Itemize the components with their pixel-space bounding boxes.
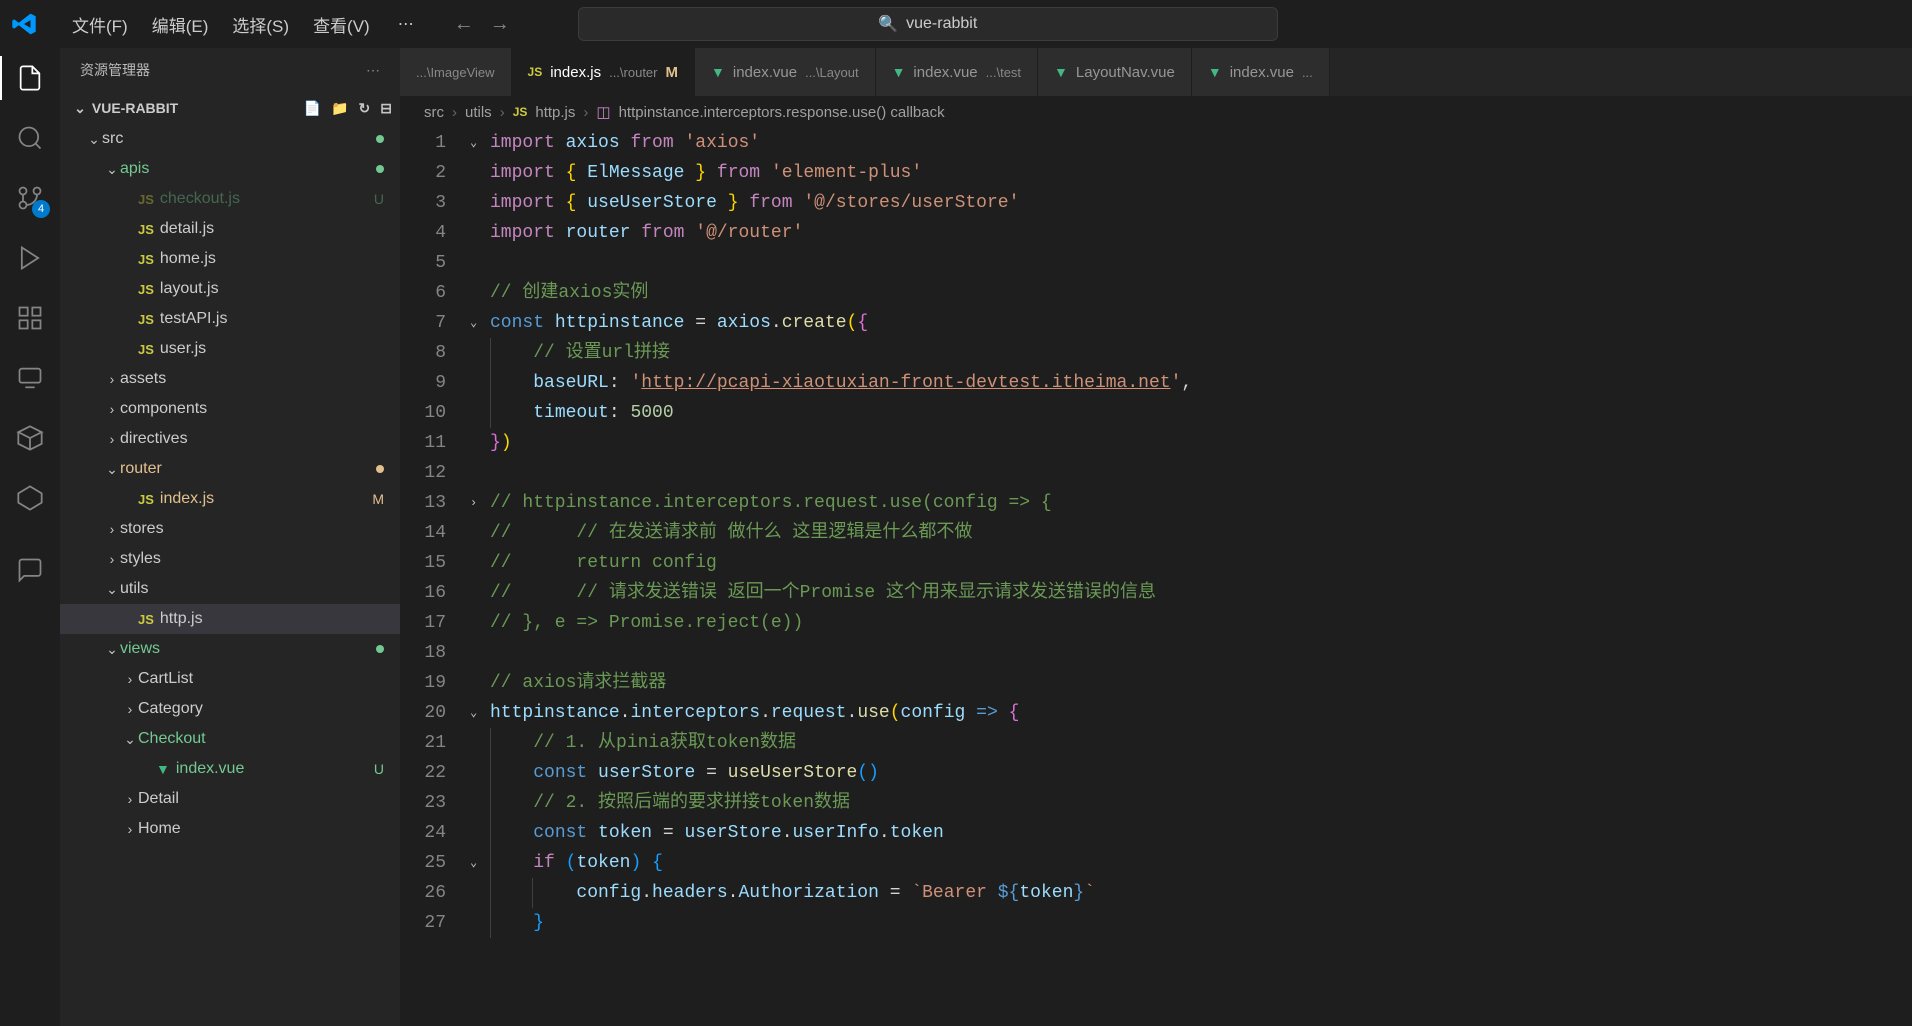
tree-folder[interactable]: ›Category bbox=[60, 694, 400, 724]
tree-folder[interactable]: ›Home bbox=[60, 814, 400, 844]
editor-tabs: ...\ImageViewJSindex.js...\routerM▼index… bbox=[400, 48, 1912, 96]
refresh-icon[interactable]: ↻ bbox=[359, 100, 371, 117]
activity-extensions-icon[interactable] bbox=[12, 300, 48, 336]
activity-search-icon[interactable] bbox=[12, 120, 48, 156]
sidebar-header: 资源管理器 ⋯ bbox=[60, 48, 400, 92]
activity-remote-icon[interactable] bbox=[12, 360, 48, 396]
activity-comment-icon[interactable] bbox=[12, 552, 48, 588]
activity-bar: 4 bbox=[0, 48, 60, 1026]
tree-folder[interactable]: ⌄src bbox=[60, 124, 400, 154]
tree-folder[interactable]: ⌄apis bbox=[60, 154, 400, 184]
tree-file[interactable]: JSindex.jsM bbox=[60, 484, 400, 514]
code-editor[interactable]: 1234567891011121314151617181920212223242… bbox=[400, 128, 1912, 1026]
line-gutter: 1234567891011121314151617181920212223242… bbox=[400, 128, 470, 1026]
new-folder-icon[interactable]: 📁 bbox=[331, 100, 348, 117]
command-center[interactable]: 🔍 vue-rabbit bbox=[578, 7, 1278, 41]
menu-bar: 文件(F)编辑(E)选择(S)查看(V) bbox=[60, 6, 382, 43]
tree-file[interactable]: JSlayout.js bbox=[60, 274, 400, 304]
activity-scm-icon[interactable]: 4 bbox=[12, 180, 48, 216]
breadcrumb-file[interactable]: http.js bbox=[535, 104, 575, 121]
activity-debug-icon[interactable] bbox=[12, 240, 48, 276]
editor-tab[interactable]: ▼index.vue...\Layout bbox=[695, 48, 876, 96]
editor-tab[interactable]: ▼index.vue...\test bbox=[876, 48, 1038, 96]
editor-group: ...\ImageViewJSindex.js...\routerM▼index… bbox=[400, 48, 1912, 1026]
chevron-right-icon: › bbox=[500, 104, 505, 121]
tree-file[interactable]: JShome.js bbox=[60, 244, 400, 274]
chevron-right-icon: › bbox=[583, 104, 588, 121]
js-file-icon: JS bbox=[513, 105, 528, 119]
tree-folder[interactable]: ⌄utils bbox=[60, 574, 400, 604]
fold-column[interactable]: ⌄⌄›⌄⌄ bbox=[470, 128, 490, 1026]
tree-file[interactable]: JStestAPI.js bbox=[60, 304, 400, 334]
tree-folder[interactable]: ›components bbox=[60, 394, 400, 424]
editor-tab[interactable]: ▼index.vue... bbox=[1192, 48, 1330, 96]
new-file-icon[interactable]: 📄 bbox=[304, 100, 321, 117]
sidebar-title: 资源管理器 bbox=[80, 60, 150, 80]
tree-folder[interactable]: ⌄views bbox=[60, 634, 400, 664]
command-center-text: vue-rabbit bbox=[906, 15, 977, 33]
nav-back-icon[interactable]: ← bbox=[454, 13, 474, 36]
menu-item[interactable]: 编辑(E) bbox=[140, 6, 221, 43]
file-tree: ⌄src⌄apisJScheckout.jsUJSdetail.jsJShome… bbox=[60, 124, 400, 1026]
activity-hex-icon[interactable] bbox=[12, 480, 48, 516]
breadcrumb-bar[interactable]: src › utils › JS http.js › ◫ httpinstanc… bbox=[400, 96, 1912, 128]
scm-badge: 4 bbox=[32, 200, 50, 218]
code-content[interactable]: import axios from 'axios'import { ElMess… bbox=[490, 128, 1912, 1026]
tree-folder[interactable]: ›stores bbox=[60, 514, 400, 544]
editor-tab[interactable]: JSindex.js...\routerM bbox=[512, 48, 695, 96]
tree-file[interactable]: JShttp.js bbox=[60, 604, 400, 634]
breadcrumb-symbol[interactable]: httpinstance.interceptors.response.use()… bbox=[619, 104, 945, 121]
tree-folder[interactable]: ›assets bbox=[60, 364, 400, 394]
tree-folder[interactable]: ⌄Checkout bbox=[60, 724, 400, 754]
nav-forward-icon[interactable]: → bbox=[490, 13, 510, 36]
menu-overflow-icon[interactable]: ⋯ bbox=[386, 8, 426, 40]
collapse-icon[interactable]: ⊟ bbox=[380, 100, 392, 117]
breadcrumb-part[interactable]: src bbox=[424, 104, 444, 121]
editor-tab[interactable]: ...\ImageView bbox=[400, 48, 512, 96]
tree-file[interactable]: JSuser.js bbox=[60, 334, 400, 364]
editor-tab[interactable]: ▼LayoutNav.vue bbox=[1038, 48, 1192, 96]
activity-box-icon[interactable] bbox=[12, 420, 48, 456]
search-icon: 🔍 bbox=[878, 14, 898, 34]
nav-arrows: ← → bbox=[454, 13, 510, 36]
tree-file[interactable]: JScheckout.jsU bbox=[60, 184, 400, 214]
folder-name: VUE-RABBIT bbox=[92, 100, 178, 116]
sidebar: 资源管理器 ⋯ ⌄ VUE-RABBIT 📄 📁 ↻ ⊟ ⌄src⌄apisJS… bbox=[60, 48, 400, 1026]
tree-folder[interactable]: ›Detail bbox=[60, 784, 400, 814]
sidebar-more-icon[interactable]: ⋯ bbox=[366, 62, 380, 79]
symbol-icon: ◫ bbox=[596, 103, 610, 121]
folder-header[interactable]: ⌄ VUE-RABBIT 📄 📁 ↻ ⊟ bbox=[60, 92, 400, 124]
tree-folder[interactable]: ›styles bbox=[60, 544, 400, 574]
folder-actions: 📄 📁 ↻ ⊟ bbox=[304, 100, 392, 117]
tree-file[interactable]: JSdetail.js bbox=[60, 214, 400, 244]
title-bar: 文件(F)编辑(E)选择(S)查看(V) ⋯ ← → 🔍 vue-rabbit bbox=[0, 0, 1912, 48]
chevron-right-icon: › bbox=[452, 104, 457, 121]
vscode-logo-icon bbox=[8, 8, 40, 40]
tree-folder[interactable]: ›directives bbox=[60, 424, 400, 454]
breadcrumb-part[interactable]: utils bbox=[465, 104, 492, 121]
tree-folder[interactable]: ›CartList bbox=[60, 664, 400, 694]
menu-item[interactable]: 文件(F) bbox=[60, 6, 140, 43]
menu-item[interactable]: 查看(V) bbox=[301, 6, 382, 43]
activity-explorer-icon[interactable] bbox=[12, 60, 48, 96]
menu-item[interactable]: 选择(S) bbox=[220, 6, 301, 43]
tree-file[interactable]: ▼index.vueU bbox=[60, 754, 400, 784]
tree-folder[interactable]: ⌄router bbox=[60, 454, 400, 484]
